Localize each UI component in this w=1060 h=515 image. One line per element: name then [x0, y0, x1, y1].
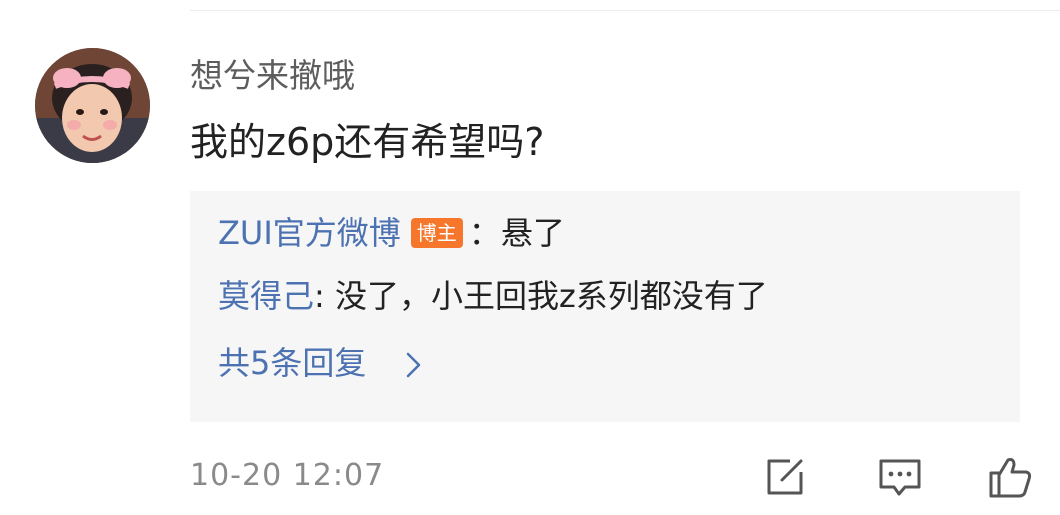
comment-icon[interactable] [875, 452, 925, 502]
reply-separator: ： [468, 214, 501, 252]
more-replies-link[interactable]: 共5条回复 [218, 341, 425, 385]
avatar[interactable] [35, 48, 150, 163]
reply-author[interactable]: ZUI官方微博 [218, 214, 401, 252]
comment-text: 我的z6p还有希望吗? [190, 120, 545, 164]
reply-content: 没了，小王回我z系列都没有了 [334, 277, 768, 315]
top-divider [190, 10, 1060, 11]
avatar-photo [35, 48, 150, 163]
reply-separator: : [314, 277, 335, 315]
thumbs-up-icon[interactable] [986, 452, 1036, 502]
reply-author[interactable]: 莫得己 [218, 277, 314, 315]
reply-item[interactable]: 莫得己: 没了，小王回我z系列都没有了 [218, 274, 768, 318]
repost-icon[interactable] [760, 452, 810, 502]
comment-username[interactable]: 想兮来撤哦 [190, 54, 355, 98]
author-badge: 博主 [410, 218, 463, 248]
reply-content: 悬了 [500, 214, 565, 252]
chevron-right-icon [406, 352, 420, 378]
replies-box[interactable]: ZUI官方微博 博主 ：悬了 莫得己: 没了，小王回我z系列都没有了 共5条回复 [190, 191, 1020, 422]
comment-card: 想兮来撤哦 我的z6p还有希望吗? ZUI官方微博 博主 ：悬了 莫得己: 没了，小… [0, 0, 1060, 515]
reply-item[interactable]: ZUI官方微博 博主 ：悬了 [218, 211, 565, 255]
timestamp: 10-20 12:07 [190, 458, 385, 493]
more-replies-label: 共5条回复 [218, 344, 367, 382]
